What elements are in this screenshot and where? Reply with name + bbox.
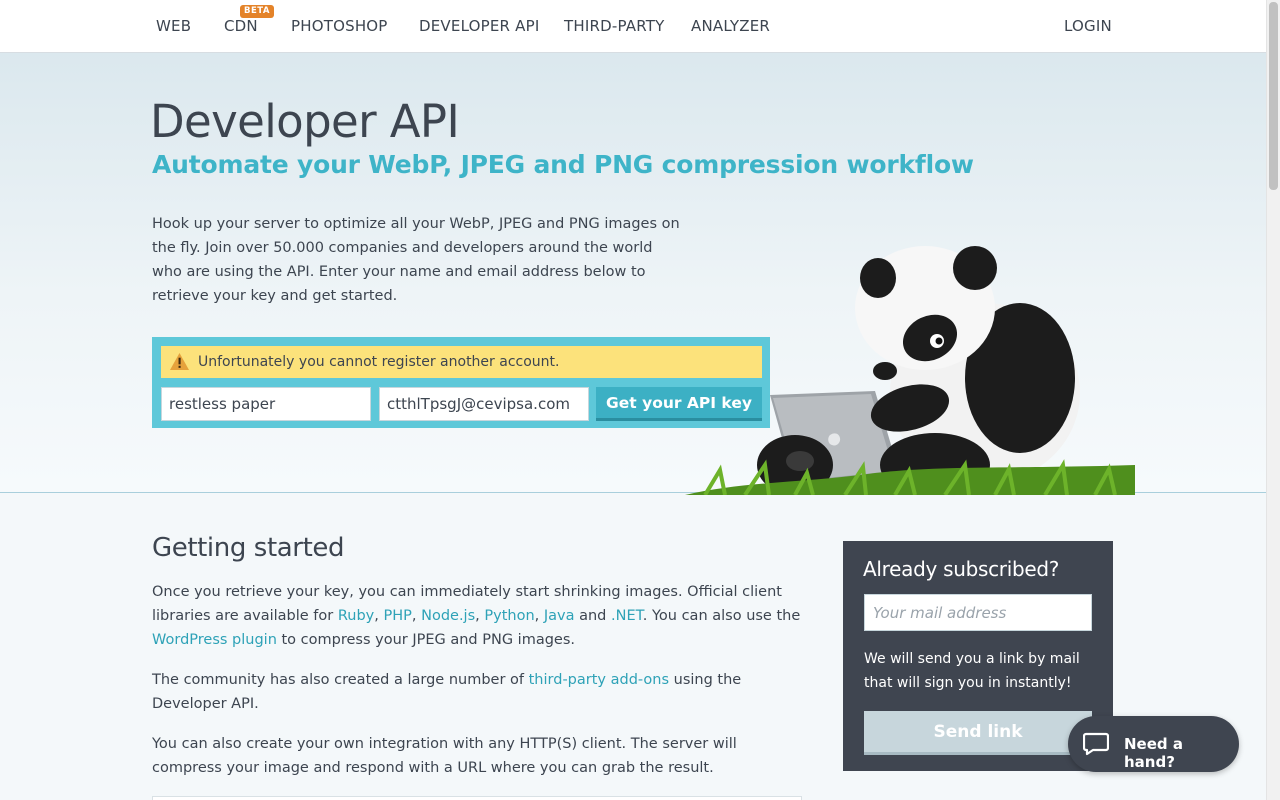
- link-wordpress-plugin[interactable]: WordPress plugin: [152, 632, 277, 648]
- code-block: [152, 796, 802, 800]
- link-python[interactable]: Python: [484, 608, 534, 624]
- getting-started-title: Getting started: [152, 533, 345, 563]
- nav-developer-api[interactable]: DEVELOPER API: [419, 17, 539, 35]
- panda-illustration: [685, 246, 1135, 495]
- link-ruby[interactable]: Ruby: [338, 608, 374, 624]
- intro-sep: ,: [411, 608, 422, 624]
- intro-sep: ,: [475, 608, 485, 624]
- link-php[interactable]: PHP: [383, 608, 411, 624]
- sidebar-title: Already subscribed?: [863, 557, 1060, 581]
- chat-icon: [1083, 732, 1109, 756]
- hero-description: Hook up your server to optimize all your…: [152, 216, 680, 304]
- integration-paragraph: You can also create your own integration…: [152, 736, 737, 776]
- community-paragraph: The community has also created a large n…: [152, 668, 802, 716]
- intro-paragraph: Once you retrieve your key, you can imme…: [152, 580, 802, 652]
- community-text-1: The community has also created a large n…: [152, 672, 529, 688]
- nav-photoshop[interactable]: PHOTOSHOP: [291, 17, 388, 35]
- sidebar-description: We will send you a link by mail that wil…: [864, 651, 1080, 691]
- nav-web[interactable]: WEB: [156, 17, 191, 35]
- nav-login[interactable]: LOGIN: [1064, 17, 1112, 35]
- intro-sep: ,: [534, 608, 544, 624]
- help-label: Need a hand?: [1124, 735, 1183, 771]
- intro-text-2: . You can also use the: [642, 608, 801, 624]
- link-dotnet[interactable]: .NET: [611, 608, 643, 624]
- page-subtitle: Automate your WebP, JPEG and PNG compres…: [152, 150, 974, 179]
- scrollbar-thumb[interactable]: [1269, 2, 1278, 190]
- page-title: Developer API: [150, 95, 460, 148]
- link-third-party-add-ons[interactable]: third-party add-ons: [529, 672, 669, 688]
- warning-text: Unfortunately you cannot register anothe…: [198, 354, 560, 370]
- hero-section: Developer API Automate your WebP, JPEG a…: [0, 53, 1266, 495]
- send-link-button[interactable]: Send link: [864, 711, 1092, 755]
- beta-badge: BETA: [240, 5, 275, 18]
- intro-sep: and: [574, 608, 611, 624]
- nav-cdn[interactable]: CDN: [224, 17, 258, 35]
- link-java[interactable]: Java: [544, 608, 575, 624]
- warning-banner: Unfortunately you cannot register anothe…: [161, 346, 762, 378]
- warning-icon: [170, 352, 189, 371]
- need-a-hand-button[interactable]: Need a hand?: [1068, 716, 1239, 772]
- page-scrollbar[interactable]: [1266, 0, 1280, 800]
- mail-address-input[interactable]: [864, 594, 1092, 631]
- nav-analyzer[interactable]: ANALYZER: [691, 17, 770, 35]
- link-nodejs[interactable]: Node.js: [421, 608, 475, 624]
- email-input[interactable]: [379, 387, 589, 421]
- intro-text-3: to compress your JPEG and PNG images.: [276, 632, 576, 648]
- register-form: Unfortunately you cannot register anothe…: [152, 337, 770, 428]
- top-nav: WEB CDN BETA PHOTOSHOP DEVELOPER API THI…: [0, 0, 1266, 53]
- nav-third-party[interactable]: THIRD-PARTY: [564, 17, 664, 35]
- name-input[interactable]: [161, 387, 371, 421]
